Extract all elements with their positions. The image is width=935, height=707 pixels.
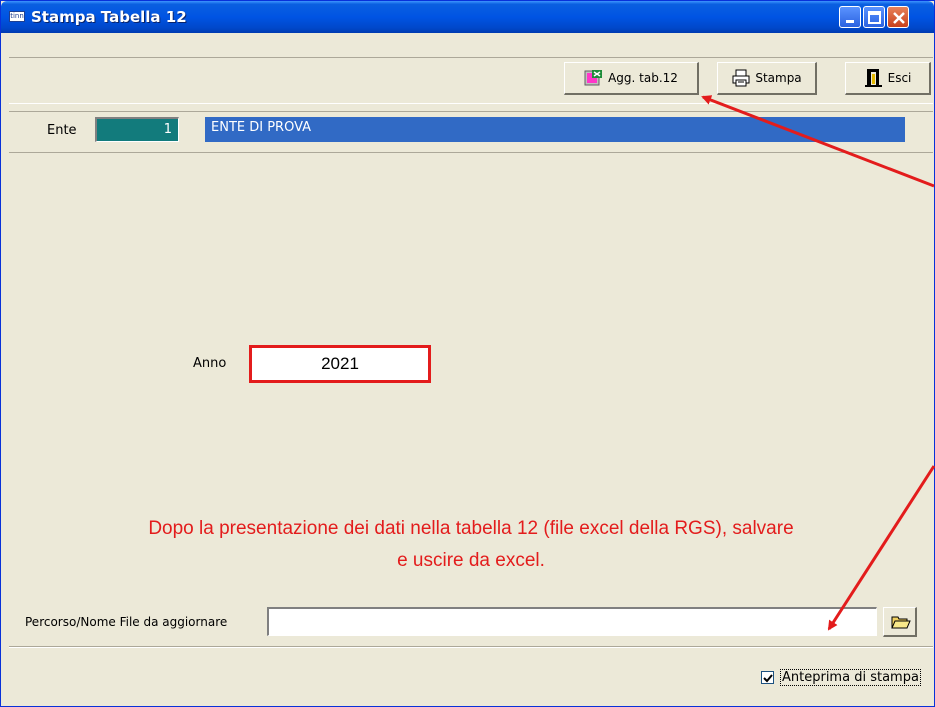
stampa-button[interactable]: Stampa xyxy=(717,62,817,95)
anteprima-checkbox-row[interactable]: Anteprima di stampa xyxy=(761,669,921,686)
esci-label: Esci xyxy=(887,71,912,85)
exit-door-icon xyxy=(864,69,882,87)
file-path-input[interactable] xyxy=(267,607,877,636)
browse-folder-button[interactable] xyxy=(883,607,917,637)
minimize-button[interactable] xyxy=(839,6,861,28)
ente-name-field: ENTE DI PROVA xyxy=(205,117,905,142)
esci-button[interactable]: Esci xyxy=(845,62,931,95)
stampa-label: Stampa xyxy=(755,71,802,85)
separator xyxy=(9,646,933,648)
minimize-icon xyxy=(846,20,854,23)
app-icon: tinn xyxy=(9,11,25,22)
instruction-note-line2: e uscire da excel. xyxy=(397,550,545,571)
annotation-arrows xyxy=(701,95,935,631)
checkmark-icon xyxy=(763,674,773,683)
excel-update-icon xyxy=(584,70,603,86)
ente-code-field[interactable]: 1 xyxy=(95,117,179,142)
instruction-note-line1: Dopo la presentazione dei dati nella tab… xyxy=(148,518,794,539)
anteprima-checkbox[interactable] xyxy=(761,671,774,684)
open-folder-icon xyxy=(891,616,911,629)
anteprima-label: Anteprima di stampa xyxy=(780,669,921,686)
app-window: tinn Stampa Tabella 12 Agg. tab.12 Stamp… xyxy=(0,0,935,707)
ente-label: Ente xyxy=(47,123,77,138)
anno-input[interactable]: 2021 xyxy=(249,345,431,383)
close-icon xyxy=(893,12,905,24)
maximize-button[interactable] xyxy=(863,6,885,28)
printer-icon xyxy=(732,69,750,87)
close-button[interactable] xyxy=(887,6,909,28)
anno-label: Anno xyxy=(193,356,227,371)
agg-tab12-button[interactable]: Agg. tab.12 xyxy=(564,62,699,95)
agg-tab12-label: Agg. tab.12 xyxy=(608,71,678,85)
toolbar: Agg. tab.12 Stampa Esci xyxy=(9,57,933,104)
path-label: Percorso/Nome File da aggiornare xyxy=(25,615,228,629)
maximize-icon xyxy=(868,11,881,24)
instruction-note: Dopo la presentazione dei dati nella tab… xyxy=(21,513,921,577)
ente-row: Ente 1 ENTE DI PROVA xyxy=(9,111,933,153)
title-bar[interactable]: tinn Stampa Tabella 12 xyxy=(1,1,934,33)
window-title: Stampa Tabella 12 xyxy=(31,8,187,26)
